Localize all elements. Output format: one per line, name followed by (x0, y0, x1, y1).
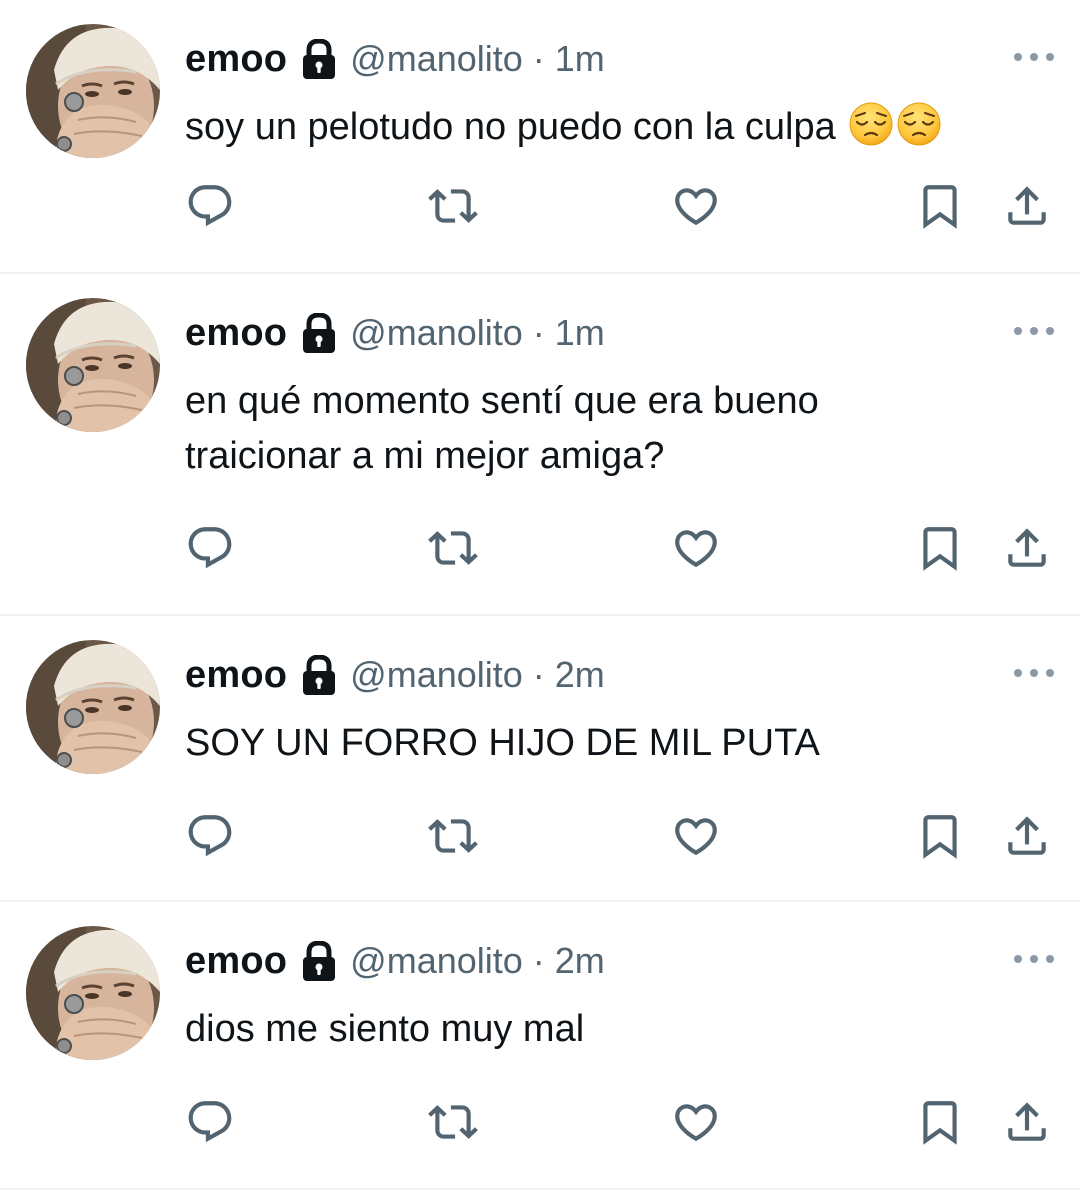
username[interactable]: @manolito (350, 654, 523, 696)
tweet-text-content: SOY UN FORRO HIJO DE MIL PUTA (185, 722, 820, 764)
tweet-header: emoo @manolito · 1m (185, 36, 605, 82)
retweet-icon[interactable] (423, 1092, 483, 1152)
more-icon[interactable] (1014, 44, 1054, 70)
display-name[interactable]: emoo (185, 940, 287, 983)
reply-icon[interactable] (180, 518, 240, 578)
avatar[interactable] (26, 298, 160, 432)
bookmark-icon[interactable] (910, 518, 970, 578)
more-icon[interactable] (1014, 946, 1054, 972)
lock-icon (302, 940, 336, 981)
timeline: emoo @manolito · 1m soy un pelotudo no p… (0, 0, 1080, 1190)
reply-icon[interactable] (180, 176, 240, 236)
share-icon[interactable] (997, 518, 1057, 578)
display-name[interactable]: emoo (185, 38, 287, 81)
separator: · (532, 940, 545, 981)
separator: · (532, 654, 545, 695)
avatar[interactable] (26, 926, 160, 1060)
tweet-header: emoo @manolito · 2m (185, 938, 605, 984)
tweet-text-content: dios me siento muy mal (185, 1008, 585, 1050)
action-bar (0, 1092, 1080, 1152)
tweet[interactable]: emoo @manolito · 1m soy un pelotudo no p… (0, 0, 1080, 274)
timestamp[interactable]: 2m (555, 940, 605, 982)
lock-icon (302, 38, 336, 79)
reply-icon[interactable] (180, 1092, 240, 1152)
heart-icon[interactable] (666, 176, 726, 236)
tweet[interactable]: emoo @manolito · 1m en qué momento sentí… (0, 274, 1080, 616)
pensive-face-emoji (896, 101, 942, 147)
retweet-icon[interactable] (423, 176, 483, 236)
reply-icon[interactable] (180, 806, 240, 866)
username[interactable]: @manolito (350, 38, 523, 80)
tweet-text: dios me siento muy mal (185, 1002, 1045, 1057)
tweet-text: en qué momento sentí que era bueno traici… (185, 374, 1045, 484)
tweet[interactable]: emoo @manolito · 2m SOY UN FORRO HIJO DE… (0, 616, 1080, 902)
display-name[interactable]: emoo (185, 312, 287, 355)
username[interactable]: @manolito (350, 940, 523, 982)
tweet-header: emoo @manolito · 1m (185, 310, 605, 356)
tweet-text: SOY UN FORRO HIJO DE MIL PUTA (185, 716, 1045, 771)
tweet-text-content: soy un pelotudo no puedo con la culpa (185, 106, 836, 148)
timestamp[interactable]: 2m (555, 654, 605, 696)
lock-icon (302, 312, 336, 353)
timestamp[interactable]: 1m (555, 312, 605, 354)
share-icon[interactable] (997, 1092, 1057, 1152)
action-bar (0, 806, 1080, 866)
display-name[interactable]: emoo (185, 654, 287, 697)
share-icon[interactable] (997, 176, 1057, 236)
bookmark-icon[interactable] (910, 806, 970, 866)
tweet-header: emoo @manolito · 2m (185, 652, 605, 698)
avatar[interactable] (26, 640, 160, 774)
action-bar (0, 518, 1080, 578)
more-icon[interactable] (1014, 318, 1054, 344)
more-icon[interactable] (1014, 660, 1054, 686)
heart-icon[interactable] (666, 518, 726, 578)
bookmark-icon[interactable] (910, 1092, 970, 1152)
emoji-group (836, 102, 943, 148)
retweet-icon[interactable] (423, 806, 483, 866)
timestamp[interactable]: 1m (555, 38, 605, 80)
heart-icon[interactable] (666, 1092, 726, 1152)
share-icon[interactable] (997, 806, 1057, 866)
separator: · (532, 38, 545, 79)
separator: · (532, 312, 545, 353)
tweet[interactable]: emoo @manolito · 2m dios me siento muy m… (0, 902, 1080, 1190)
pensive-face-emoji (848, 101, 894, 147)
avatar[interactable] (26, 24, 160, 158)
heart-icon[interactable] (666, 806, 726, 866)
tweet-text-content: en qué momento sentí que era bueno traici… (185, 380, 819, 477)
bookmark-icon[interactable] (910, 176, 970, 236)
retweet-icon[interactable] (423, 518, 483, 578)
lock-icon (302, 654, 336, 695)
action-bar (0, 176, 1080, 236)
username[interactable]: @manolito (350, 312, 523, 354)
tweet-text: soy un pelotudo no puedo con la culpa (185, 100, 1045, 155)
